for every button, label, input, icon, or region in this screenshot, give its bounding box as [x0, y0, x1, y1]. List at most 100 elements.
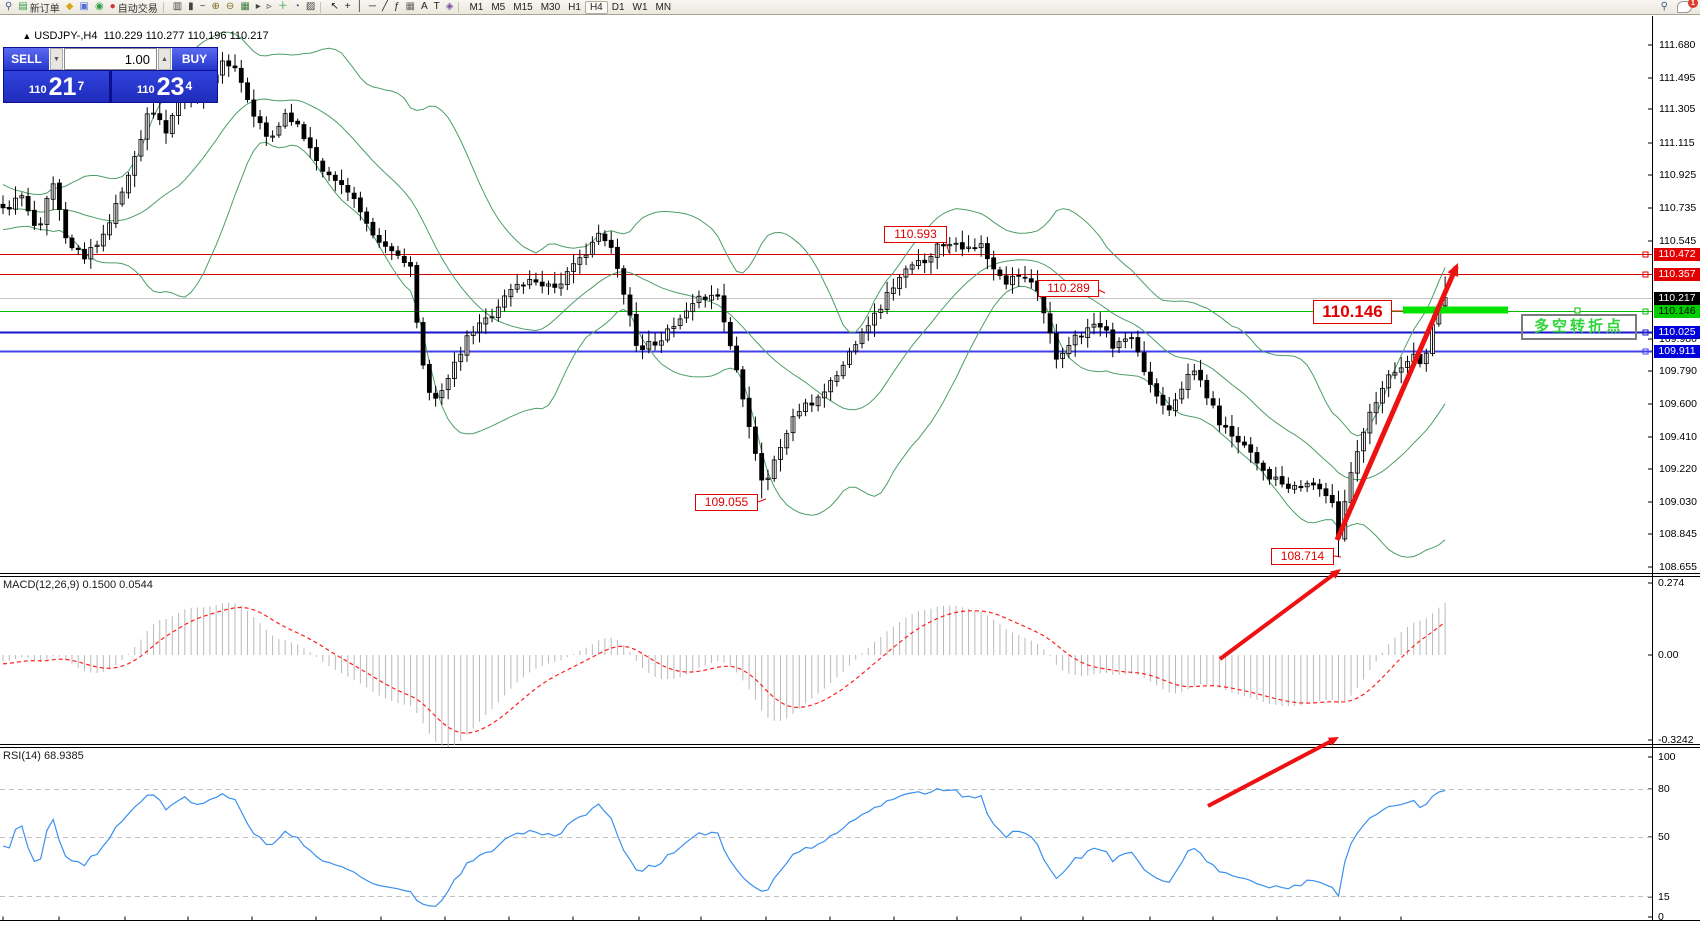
line-chart-icon[interactable]: ~	[197, 1, 209, 14]
text-icon[interactable]: A	[418, 1, 431, 14]
new-order-button[interactable]: ▤新订单	[15, 1, 62, 14]
buy-price-handle: 110	[137, 80, 155, 100]
chart-shift-glyph: ▹	[267, 1, 272, 13]
price-tick: 111.115	[1659, 137, 1700, 149]
vertical-line-icon[interactable]: │	[354, 1, 366, 14]
price-callout-label[interactable]: 109.055	[695, 494, 758, 511]
text-label-glyph: T	[434, 1, 440, 13]
price-callout-label[interactable]: 110.146	[1313, 300, 1392, 324]
templates-glyph: ▨	[306, 1, 315, 13]
volume-increase-button[interactable]: ▲	[158, 48, 171, 70]
buy-price-display[interactable]: 110234	[112, 71, 217, 102]
chart-canvas[interactable]	[0, 15, 1700, 938]
trendline-glyph: ╱	[382, 1, 388, 13]
tile-windows-icon[interactable]: ▦	[237, 1, 252, 14]
buy-button[interactable]: BUY	[172, 48, 217, 70]
autotrade-button[interactable]: ●自动交易	[107, 1, 161, 14]
timeframe-m15[interactable]: M15	[509, 2, 536, 13]
market-watch-icon[interactable]: ▣	[76, 1, 91, 14]
timeframe-w1[interactable]: W1	[629, 2, 652, 13]
fibonacci-icon[interactable]: ƒ	[391, 1, 403, 14]
auto-scroll-icon[interactable]: ▸	[253, 1, 264, 14]
timeframe-m5[interactable]: M5	[487, 2, 509, 13]
zoom-out-icon[interactable]: ⊖	[223, 1, 237, 14]
text-annotation[interactable]: 多空转折点	[1521, 314, 1637, 340]
sell-button[interactable]: SELL	[4, 48, 49, 70]
timeframe-d1[interactable]: D1	[608, 2, 629, 13]
price-callout-label[interactable]: 108.714	[1271, 548, 1334, 565]
search-icon[interactable]: ⚲	[1658, 1, 1671, 14]
price-tick: 110.545	[1659, 235, 1700, 247]
cursor-icon[interactable]: ↖	[327, 1, 341, 14]
indicator-tick: 50	[1658, 831, 1670, 843]
zoom-in-glyph: ⊕	[212, 1, 220, 13]
chart-shift-icon[interactable]: ▹	[264, 1, 275, 14]
sell-price-display[interactable]: 110217	[4, 71, 109, 102]
toolbar-group-right: ⚲ 1	[1658, 1, 1698, 14]
search-icon[interactable]: ⚲	[2, 1, 15, 14]
indicator-tick: -0.3242	[1658, 734, 1694, 746]
signals-icon[interactable]: ◉	[92, 1, 107, 14]
bar-chart-icon[interactable]: ▥	[170, 1, 185, 14]
market-watch-glyph: ▣	[79, 1, 88, 13]
crosshair-icon[interactable]: +	[342, 1, 354, 14]
grid-icon[interactable]: ▦	[403, 1, 418, 14]
shapes-icon[interactable]: ◈	[443, 1, 457, 14]
signals-glyph: ◉	[95, 1, 104, 13]
price-tag: 110.146	[1654, 305, 1700, 318]
shapes-glyph: ◈	[446, 1, 454, 13]
text-label-icon[interactable]: T	[431, 1, 443, 14]
volume-decrease-button[interactable]: ▼	[50, 48, 63, 70]
price-tick: 110.735	[1659, 202, 1700, 214]
price-tag: 110.472	[1654, 248, 1700, 261]
price-tag: 110.217	[1654, 292, 1700, 305]
ohlc-close: 110.217	[230, 30, 269, 42]
timeframe-m30[interactable]: M30	[537, 2, 564, 13]
macd-signal-line	[3, 607, 1445, 733]
horizontal-line-glyph: ─	[369, 1, 376, 13]
ohlc-high: 110.277	[146, 30, 185, 42]
toolbar-group-objects: ↖ + │ ─ ╱ ƒ▦AT ◈	[327, 1, 456, 14]
indicator-tick: 100	[1658, 751, 1676, 763]
new-order-label: 新订单	[30, 0, 60, 15]
fibonacci-glyph: ƒ	[394, 1, 400, 13]
indicator-tick: 0	[1658, 911, 1664, 923]
zoom-in-icon[interactable]: ⊕	[209, 1, 223, 14]
price-tag: 109.911	[1654, 345, 1700, 358]
timeframe-mn[interactable]: MN	[652, 2, 676, 13]
price-tick: 109.410	[1659, 431, 1700, 443]
price-tick: 109.220	[1659, 463, 1700, 475]
styler-glyph: ◆	[66, 1, 74, 13]
indicator-tick: 0.274	[1658, 577, 1684, 589]
price-callout-label[interactable]: 110.593	[884, 226, 947, 243]
autotrade-glyph: ●	[110, 1, 116, 13]
sell-price-pip: 7	[77, 71, 84, 101]
timeframe-h1[interactable]: H1	[564, 2, 585, 13]
trendline-icon[interactable]: ╱	[379, 1, 391, 14]
price-tick: 109.790	[1659, 365, 1700, 377]
price-callout-label[interactable]: 110.289	[1038, 280, 1099, 297]
styler-icon[interactable]: ◆	[63, 1, 77, 14]
crosshair-glyph: +	[345, 1, 351, 13]
periods-icon[interactable]: ◔	[291, 1, 303, 14]
indicators-icon[interactable]: ＋	[275, 1, 291, 14]
chart-window: ▲USDJPY-,H4 110.229 110.277 110.196 110.…	[0, 15, 1700, 938]
one-click-toggle-icon[interactable]: ▲	[22, 31, 31, 41]
horizontal-line-icon[interactable]: ─	[366, 1, 379, 14]
vertical-line-glyph: │	[357, 1, 363, 13]
chat-icon[interactable]: 1	[1677, 1, 1692, 13]
trend-arrows	[1328, 263, 1458, 746]
price-tick: 111.495	[1659, 72, 1700, 84]
volume-input[interactable]: 1.00	[64, 48, 157, 70]
indicator-tick: 0.00	[1658, 649, 1678, 661]
templates-icon[interactable]: ▨	[303, 1, 318, 14]
price-tag: 110.357	[1654, 268, 1700, 281]
symbol-label: USDJPY-,H4	[34, 30, 97, 42]
indicator-tick: 15	[1658, 891, 1670, 903]
horizontal-line-objects	[1643, 252, 1648, 354]
candlestick-chart-icon[interactable]: ▮	[185, 1, 197, 14]
timeframe-h4[interactable]: H4	[585, 1, 608, 14]
timeframe-m1[interactable]: M1	[465, 2, 487, 13]
candlestick-chart-glyph: ▮	[188, 1, 194, 13]
bar-chart-glyph: ▥	[173, 1, 182, 13]
